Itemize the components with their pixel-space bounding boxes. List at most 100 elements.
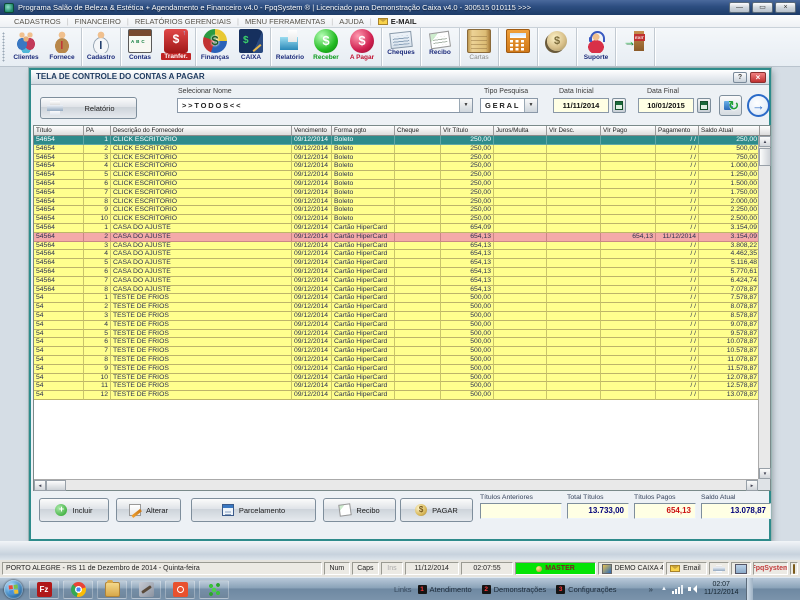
taskbar-app-folder[interactable]	[97, 579, 127, 599]
search-go-button[interactable]	[747, 94, 770, 117]
minimize-button[interactable]: —	[729, 2, 750, 13]
toolbar-overflow-icon[interactable]: »	[649, 585, 653, 594]
taskbar-app-chrome[interactable]	[63, 579, 93, 599]
column-header[interactable]: Pagamento	[656, 126, 699, 136]
toolbar-recibo[interactable]: Recibo	[422, 28, 458, 66]
scroll-right-icon[interactable]: ►	[746, 480, 758, 491]
search-type-select[interactable]: GERAL	[480, 98, 538, 113]
toolbar-sair[interactable]	[617, 28, 653, 66]
toolbar-fornece[interactable]: Fornece	[44, 28, 80, 66]
menu-item-2[interactable]: FINANCEIRO	[69, 17, 127, 26]
column-header[interactable]: PA	[84, 126, 111, 136]
network-signal-icon[interactable]	[671, 584, 683, 594]
table-row[interactable]: 54654 5 CLICK ESCRITORIO 09/12/2014 Boleto 25…	[34, 171, 758, 180]
toolbar-caixa[interactable]: CAIXA	[233, 28, 269, 66]
table-row[interactable]: 54 11 TESTE DE FRIOS 09/12/2014 Cartão Hiper…	[34, 382, 758, 392]
column-header[interactable]: Vencimento	[292, 126, 332, 136]
column-header[interactable]: Descrição do Fornecedor	[111, 126, 292, 136]
refresh-button[interactable]	[719, 95, 742, 116]
table-row[interactable]: 54 9 TESTE DE FRIOS 09/12/2014 Cartão HiperC…	[34, 364, 758, 374]
toolbar-relatorio[interactable]: Relatório	[272, 28, 308, 66]
column-header[interactable]: Título	[34, 126, 84, 136]
hidden-icons-chevron-icon[interactable]: ▲	[661, 586, 667, 592]
recibo-button[interactable]: Recibo	[323, 498, 396, 522]
column-header[interactable]: Vlr Desc.	[547, 126, 601, 136]
table-row[interactable]: 54564 6 CASA DO AJUSTE 09/12/2014 Cartão Hip…	[34, 267, 758, 277]
table-row[interactable]: 54564 7 CASA DO AJUSTE 09/12/2014 Cartão Hip…	[34, 276, 758, 286]
date-start-field[interactable]: 11/11/2014	[553, 98, 609, 113]
help-button[interactable]: ?	[733, 72, 747, 83]
show-desktop-button[interactable]	[746, 577, 754, 600]
table-row[interactable]: 54 3 TESTE DE FRIOS 09/12/2014 Cartão HiperC…	[34, 311, 758, 321]
toolbar-cartas[interactable]: Cartas	[461, 28, 497, 66]
menu-item-3[interactable]: RELATÓRIOS GERENCIAIS	[129, 17, 237, 26]
report-button[interactable]: Relatório	[40, 97, 137, 119]
date-end-field[interactable]: 10/01/2015	[638, 98, 694, 113]
table-row[interactable]: 54 12 TESTE DE FRIOS 09/12/2014 Cartão Hiper…	[34, 391, 758, 400]
taskbar-clock[interactable]: 02:07 11/12/2014	[704, 581, 739, 597]
table-row[interactable]: 54654 6 CLICK ESCRITORIO 09/12/2014 Boleto 25…	[34, 179, 758, 189]
scroll-up-icon[interactable]: ▲	[759, 136, 771, 147]
toolbar-a-pagar[interactable]: A Pagar	[344, 28, 380, 66]
table-row[interactable]: 54 8 TESTE DE FRIOS 09/12/2014 Cartão HiperC…	[34, 355, 758, 365]
toolbar-tranfer[interactable]: Tranfer.	[158, 28, 194, 66]
parcelamento-button[interactable]: Parcelamento	[191, 498, 316, 522]
column-header[interactable]: Vlr Título	[441, 126, 494, 136]
column-header[interactable]: Forma pgto	[332, 126, 395, 136]
vertical-scrollbar[interactable]: ▲ ▼	[758, 136, 771, 479]
table-row[interactable]: 54 7 TESTE DE FRIOS 09/12/2014 Cartão HiperC…	[34, 347, 758, 356]
table-row[interactable]: 54564 5 CASA DO AJUSTE 09/12/2014 Cartão Hip…	[34, 259, 758, 268]
table-row[interactable]: 54 6 TESTE DE FRIOS 09/12/2014 Cartão HiperC…	[34, 338, 758, 348]
table-row[interactable]: 54654 10 CLICK ESCRITORIO 09/12/2014 Boleto 2…	[34, 215, 758, 224]
incluir-button[interactable]: Incluir	[39, 498, 109, 522]
table-row[interactable]: 54654 2 CLICK ESCRITORIO 09/12/2014 Boleto 25…	[34, 144, 758, 154]
table-row[interactable]: 54564 1 CASA DO AJUSTE 09/12/2014 Cartão Hip…	[34, 223, 758, 233]
horizontal-scroll-thumb[interactable]	[46, 480, 66, 491]
taskbar-app-green-app[interactable]	[199, 579, 229, 599]
column-header[interactable]: Cheque	[395, 126, 441, 136]
table-row[interactable]: 54 5 TESTE DE FRIOS 09/12/2014 Cartão HiperC…	[34, 329, 758, 339]
horizontal-scrollbar[interactable]: ◄ ►	[34, 479, 758, 491]
panel-close-button[interactable]: ×	[750, 72, 766, 83]
taskbar-app-image-viewer[interactable]	[165, 579, 195, 599]
table-row[interactable]: 54564 8 CASA DO AJUSTE 09/12/2014 Cartão Hip…	[34, 285, 758, 295]
status-email[interactable]: Email	[666, 562, 708, 575]
toolbar-calculadora[interactable]	[500, 28, 536, 66]
menu-item-5[interactable]: AJUDA	[333, 17, 370, 26]
table-row[interactable]: 54654 3 CLICK ESCRITORIO 09/12/2014 Boleto 25…	[34, 153, 758, 163]
toolbar-contas[interactable]: Contas	[122, 28, 158, 66]
taskbar-app-paint-tool[interactable]	[131, 579, 161, 599]
date-end-calendar-icon[interactable]	[697, 98, 711, 113]
taskbar-link-2[interactable]: 2 Demonstrações	[481, 584, 546, 594]
column-header[interactable]: Vlr Pago	[601, 126, 656, 136]
table-row[interactable]: 54564 4 CASA DO AJUSTE 09/12/2014 Cartão Hip…	[34, 250, 758, 260]
supplier-select[interactable]: >>TODOS<<	[177, 98, 473, 113]
alterar-button[interactable]: Alterar	[116, 498, 181, 522]
taskbar-link-1[interactable]: 1 Atendimento	[417, 584, 472, 594]
table-row[interactable]: 54 1 TESTE DE FRIOS 09/12/2014 Cartão HiperC…	[34, 294, 758, 304]
pagar-button[interactable]: PAGAR	[400, 498, 473, 522]
table-row[interactable]: 54654 7 CLICK ESCRITORIO 09/12/2014 Boleto 25…	[34, 188, 758, 198]
menu-item-email[interactable]: E-MAIL	[372, 17, 423, 26]
column-header[interactable]: Saldo Atual	[699, 126, 760, 136]
scroll-left-icon[interactable]: ◄	[34, 480, 46, 491]
table-row[interactable]: 54654 9 CLICK ESCRITORIO 09/12/2014 Boleto 25…	[34, 206, 758, 216]
menu-item-4[interactable]: MENU FERRAMENTAS	[239, 17, 331, 26]
toolbar-cheques[interactable]: Cheques	[383, 28, 419, 66]
table-row[interactable]: 54654 4 CLICK ESCRITORIO 09/12/2014 Boleto 25…	[34, 162, 758, 172]
column-header[interactable]: Juros/Multa	[494, 126, 547, 136]
table-row[interactable]: 54564 3 CASA DO AJUSTE 09/12/2014 Cartão Hip…	[34, 241, 758, 251]
toolbar-moeda[interactable]	[539, 28, 575, 66]
scroll-down-icon[interactable]: ▼	[759, 468, 771, 479]
taskbar-app-filezilla[interactable]	[29, 579, 59, 599]
toolbar-clientes[interactable]: Clientes	[8, 28, 44, 66]
vertical-scroll-thumb[interactable]	[759, 148, 771, 166]
table-row[interactable]: 54 4 TESTE DE FRIOS 09/12/2014 Cartão HiperC…	[34, 320, 758, 330]
menu-item-1[interactable]: CADASTROS	[8, 17, 67, 26]
table-row[interactable]: 54 2 TESTE DE FRIOS 09/12/2014 Cartão HiperC…	[34, 303, 758, 312]
start-button[interactable]	[4, 579, 23, 599]
close-button[interactable]: ×	[775, 2, 796, 13]
date-start-calendar-icon[interactable]	[612, 98, 626, 113]
speaker-icon[interactable]	[687, 584, 698, 594]
toolbar-suporte[interactable]: Suporte	[578, 28, 614, 66]
